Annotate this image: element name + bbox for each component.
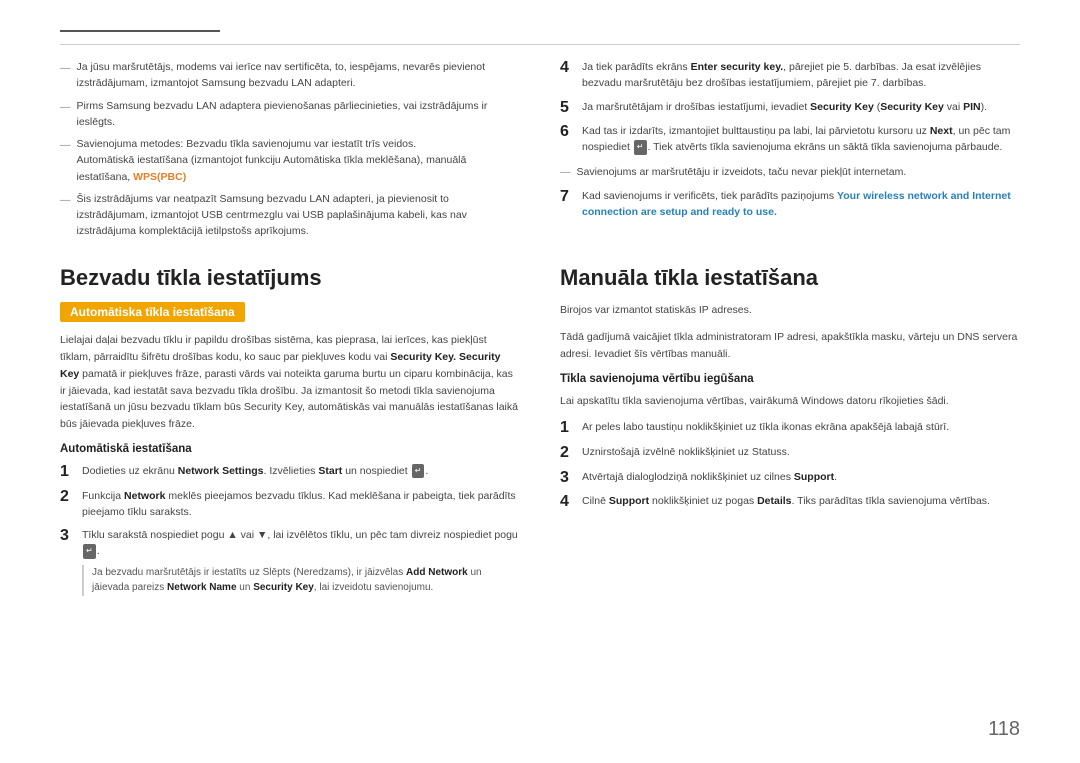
top-text-7: Kad savienojums ir verificēts, tiek parā… [582,188,1020,221]
top-text-6: Kad tas ir izdarīts, izmantojiet bulttau… [582,123,1020,156]
top-full-rule [60,44,1020,45]
right-step-content-3: Atvērtajā dialoglodziņā noklikšķiniet uz… [582,469,1020,485]
top-num-7: 7 [560,188,574,221]
right-step-1: 1 Ar peles labo taustiņu noklikšķiniet u… [560,419,1020,437]
bullet-item-4: — Šis izstrādājums var neatpazīt Samsung… [60,191,520,240]
left-steps-list: 1 Dodieties uz ekrānu Network Settings. … [60,463,520,596]
right-step-3: 3 Atvērtajā dialoglodziņā noklikšķiniet … [560,469,1020,487]
bullet-item-2: — Pirms Samsung bezvadu LAN adaptera pie… [60,98,520,131]
step3-sub-bullet: Ja bezvadu maršrutētājs ir iestatīts uz … [82,565,520,596]
bullet-item-1: — Ja jūsu maršrutētājs, modems vai ierīc… [60,59,520,92]
auto-badge: Automātiska tīkla iestatīšana [60,302,245,322]
dash-1: — [60,60,71,76]
top-step-4: 4 Ja tiek parādīts ekrāns Enter security… [560,59,1020,92]
right-body-1: Birojos var izmantot statiskās IP adrese… [560,302,1020,319]
network-values-heading: Tīkla savienojuma vērtību iegūšana [560,373,1020,385]
right-step-num-2: 2 [560,444,574,462]
left-step-content-2: Funkcija Network meklēs pieejamos bezvad… [82,488,520,521]
success-message: Your wireless network and Internet conne… [582,190,1011,218]
enter-icon-2: ↵ [83,544,96,558]
right-step-content-2: Uznirstošajā izvēlnē noklikšķiniet uz St… [582,444,1020,460]
top-text-4: Ja tiek parādīts ekrāns Enter security k… [582,59,1020,92]
divider-note-1: — Savienojums ar maršrutētāju ir izveido… [560,164,1020,180]
right-body-2: Tādā gadījumā vaicājiet tīkla administra… [560,329,1020,363]
bullet-text-2: Pirms Samsung bezvadu LAN adaptera pievi… [77,98,521,131]
top-text-5: Ja maršrutētājam ir drošības iestatījumi… [582,99,987,117]
top-step-7: 7 Kad savienojums ir verificēts, tiek pa… [560,188,1020,221]
enter-icon-1: ↵ [412,464,425,478]
right-steps-list: 1 Ar peles labo taustiņu noklikšķiniet u… [560,419,1020,510]
note-dash-1: — [560,164,571,180]
top-right-column: 4 Ja tiek parādīts ekrāns Enter security… [560,59,1020,246]
top-section: — Ja jūsu maršrutētājs, modems vai ierīc… [60,59,1020,246]
dash-3: — [60,137,71,153]
bullet-text-1: Ja jūsu maršrutētājs, modems vai ierīce … [77,59,521,92]
right-section-title: Manuāla tīkla iestatīšana [560,264,1020,293]
top-num-6: 6 [560,123,574,156]
enter-icon: ↵ [634,140,647,154]
page-container: — Ja jūsu maršrutētājs, modems vai ierīc… [0,0,1080,763]
left-section-title: Bezvadu tīkla iestatījums [60,264,520,293]
left-step-num-1: 1 [60,463,74,481]
top-rule [60,30,220,32]
top-step-5: 5 Ja maršrutētājam ir drošības iestatīju… [560,99,1020,117]
left-step-1: 1 Dodieties uz ekrānu Network Settings. … [60,463,520,481]
main-content: Bezvadu tīkla iestatījums Automātiska tī… [60,264,1020,603]
left-step-content-3: Tīklu sarakstā nospiediet pogu ▲ vai ▼, … [82,527,520,596]
right-step-num-1: 1 [560,419,574,437]
left-body-text: Lielajai daļai bezvadu tīklu ir papildu … [60,332,520,433]
left-column: Bezvadu tīkla iestatījums Automātiska tī… [60,264,520,603]
right-column: Manuāla tīkla iestatīšana Birojos var iz… [560,264,1020,603]
dash-2: — [60,99,71,115]
left-step-num-2: 2 [60,488,74,506]
right-body-3: Lai apskatītu tīkla savienojuma vērtības… [560,393,1020,410]
left-step-3: 3 Tīklu sarakstā nospiediet pogu ▲ vai ▼… [60,527,520,596]
bullet-text-4: Šis izstrādājums var neatpazīt Samsung b… [77,191,521,240]
page-number: 118 [988,718,1020,741]
left-step-2: 2 Funkcija Network meklēs pieejamos bezv… [60,488,520,521]
top-left-column: — Ja jūsu maršrutētājs, modems vai ierīc… [60,59,520,246]
bullet-text-3: Savienojuma metodes: Bezvadu tīkla savie… [77,136,521,185]
top-step-6: 6 Kad tas ir izdarīts, izmantojiet bultt… [560,123,1020,156]
top-num-4: 4 [560,59,574,92]
top-num-5: 5 [560,99,574,117]
right-step-num-3: 3 [560,469,574,487]
left-step-num-3: 3 [60,527,74,545]
wps-link: WPS(PBC) [133,171,186,183]
note-text-1: Savienojums ar maršrutētāju ir izveidots… [577,164,907,180]
bullet-item-3: — Savienojuma metodes: Bezvadu tīkla sav… [60,136,520,185]
right-step-num-4: 4 [560,493,574,511]
dash-4: — [60,192,71,208]
left-step-content-1: Dodieties uz ekrānu Network Settings. Iz… [82,463,520,479]
auto-setup-heading: Automātiskā iestatīšana [60,443,520,455]
right-step-2: 2 Uznirstošajā izvēlnē noklikšķiniet uz … [560,444,1020,462]
right-step-4: 4 Cilnē Support noklikšķiniet uz pogas D… [560,493,1020,511]
right-step-content-4: Cilnē Support noklikšķiniet uz pogas Det… [582,493,1020,509]
right-step-content-1: Ar peles labo taustiņu noklikšķiniet uz … [582,419,1020,435]
